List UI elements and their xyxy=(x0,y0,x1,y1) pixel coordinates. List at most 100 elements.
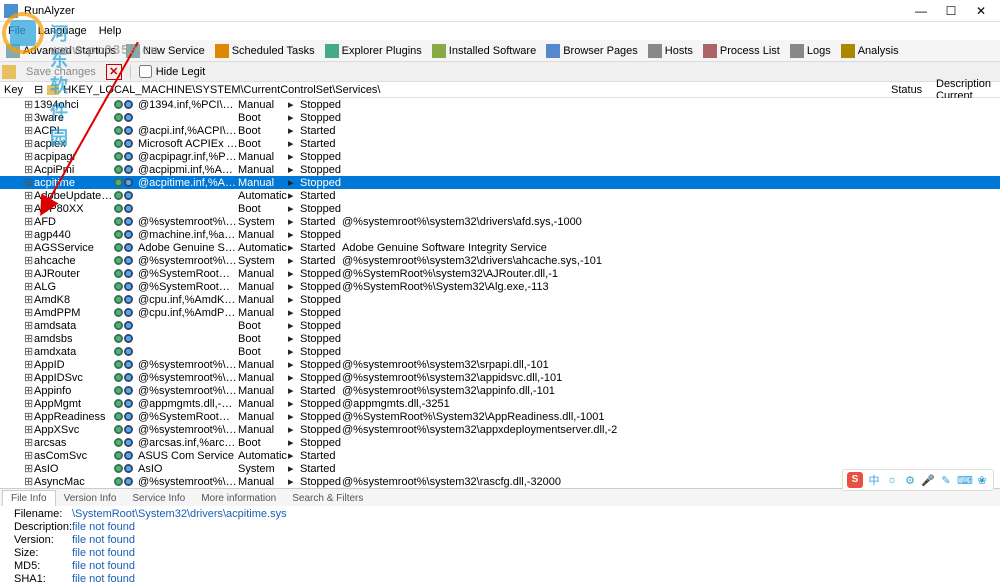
expand-icon[interactable]: ⊞ xyxy=(24,163,34,176)
list-item[interactable]: ⊞amdxataBoot▸Stopped xyxy=(0,345,1000,358)
expand-icon[interactable]: ⊞ xyxy=(24,371,34,384)
toolbar-btn-browser-pages[interactable]: Browser Pages xyxy=(542,43,642,59)
list-item[interactable]: ⊞asComSvcASUS Com ServiceAutomatic▸Start… xyxy=(0,449,1000,462)
expand-icon[interactable]: ⊞ xyxy=(24,241,34,254)
list-item[interactable]: ⊞acpiexMicrosoft ACPIEx Dri…Boot▸Started xyxy=(0,137,1000,150)
expand-icon[interactable]: ⊞ xyxy=(24,280,34,293)
menu-file[interactable]: File xyxy=(2,24,32,38)
toolbar-btn-explorer-plugins[interactable]: Explorer Plugins xyxy=(321,43,426,59)
list-item[interactable]: ⊞AppReadiness@%SystemRoot%\sy…Manual▸Sto… xyxy=(0,410,1000,423)
expand-icon[interactable]: ⊞ xyxy=(24,137,34,150)
list-item[interactable]: ⊞AppXSvc@%systemroot%\sys…Manual▸Stopped… xyxy=(0,423,1000,436)
toolbar-btn-hosts[interactable]: Hosts xyxy=(644,43,697,59)
tab-search-filters[interactable]: Search & Filters xyxy=(284,491,371,506)
expand-icon[interactable]: ⊞ xyxy=(24,475,34,488)
ime-btn-4[interactable]: ✎ xyxy=(939,474,953,487)
list-item[interactable]: ⊞ahcache@%systemroot%\sys…System▸Started… xyxy=(0,254,1000,267)
list-item[interactable]: ⊞AGSServiceAdobe Genuine Soft…Automatic▸… xyxy=(0,241,1000,254)
list-item[interactable]: ⊞AdobeUpdateServiceAutomatic▸Started xyxy=(0,189,1000,202)
toolbar-btn-logs[interactable]: Logs xyxy=(786,43,835,59)
expand-icon[interactable]: ⊞ xyxy=(24,449,34,462)
list-item[interactable]: ⊞AppMgmt@appmgmts.dll,-3250Manual▸Stoppe… xyxy=(0,397,1000,410)
expand-icon[interactable]: ⊞ xyxy=(24,306,34,319)
list-item[interactable]: ⊞acpitime@acpitime.inf,%Acp…Manual▸Stopp… xyxy=(0,176,1000,189)
list-item[interactable]: ⊞AppIDSvc@%systemroot%\sys…Manual▸Stoppe… xyxy=(0,371,1000,384)
maximize-button[interactable]: ☐ xyxy=(936,1,966,21)
ime-btn-0[interactable]: 中 xyxy=(867,472,881,488)
ime-btn-1[interactable]: ☼ xyxy=(885,474,899,486)
list-item[interactable]: ⊞AppID@%systemroot%\sys…Manual▸Stopped@%… xyxy=(0,358,1000,371)
expand-icon[interactable]: ⊞ xyxy=(24,436,34,449)
path-text: HKEY_LOCAL_MACHINE\SYSTEM\CurrentControl… xyxy=(63,84,380,96)
expand-icon[interactable]: ⊞ xyxy=(24,228,34,241)
gear-icon xyxy=(114,399,123,408)
tab-version-info[interactable]: Version Info xyxy=(56,491,125,506)
expand-icon[interactable]: ⊞ xyxy=(24,98,34,111)
expand-icon[interactable]: ⊞ xyxy=(24,176,34,189)
list-item[interactable]: ⊞acpipagr@acpipagr.inf,%Pg…Manual▸Stoppe… xyxy=(0,150,1000,163)
ime-btn-6[interactable]: ❀ xyxy=(975,474,989,487)
expand-icon[interactable]: ⊞ xyxy=(24,215,34,228)
expand-icon[interactable]: ⊞ xyxy=(24,267,34,280)
list-item[interactable]: ⊞1394ohci@1394.inf,%PCI\CC_…Manual▸Stopp… xyxy=(0,98,1000,111)
list-item[interactable]: ⊞ADP80XXBoot▸Stopped xyxy=(0,202,1000,215)
list-item[interactable]: ⊞AcpiPmi@acpipmi.inf,%Acpi…Manual▸Stoppe… xyxy=(0,163,1000,176)
toolbar-btn-installed-software[interactable]: Installed Software xyxy=(428,43,540,59)
menu-help[interactable]: Help xyxy=(93,24,128,38)
list-item[interactable]: ⊞amdsbsBoot▸Stopped xyxy=(0,332,1000,345)
list-item[interactable]: ⊞amdsataBoot▸Stopped xyxy=(0,319,1000,332)
toolbar-btn-analysis[interactable]: Analysis xyxy=(837,43,903,59)
hide-legit-checkbox[interactable] xyxy=(139,65,152,78)
expand-icon[interactable]: ⊞ xyxy=(24,319,34,332)
toolbar-btn-scheduled-tasks[interactable]: Scheduled Tasks xyxy=(211,43,319,59)
toolbar-btn-process-list[interactable]: Process List xyxy=(699,43,784,59)
list-item[interactable]: ⊞3wareBoot▸Stopped xyxy=(0,111,1000,124)
save-changes-button[interactable]: Save changes xyxy=(20,65,102,79)
menu-language[interactable]: Language xyxy=(32,24,93,38)
toolbar-btn-new-service[interactable]: New Service xyxy=(122,43,209,59)
expand-icon[interactable]: ⊞ xyxy=(24,202,34,215)
col-key[interactable]: Key xyxy=(4,84,34,96)
tree-expand-icon[interactable]: ⊟ xyxy=(34,83,43,96)
col-status[interactable]: Status xyxy=(891,84,926,96)
list-item[interactable]: ⊞arcsas@arcsas.inf,%arcsas_…Boot▸Stopped xyxy=(0,436,1000,449)
list-item[interactable]: ⊞ALG@%SystemRoot%\sy…Manual▸Stopped@%Sys… xyxy=(0,280,1000,293)
expand-icon[interactable]: ⊞ xyxy=(24,397,34,410)
list-item[interactable]: ⊞AFD@%systemroot%\sys…System▸Started@%sy… xyxy=(0,215,1000,228)
expand-icon[interactable]: ⊞ xyxy=(24,423,34,436)
expand-icon[interactable]: ⊞ xyxy=(24,332,34,345)
ime-btn-3[interactable]: 🎤 xyxy=(921,474,935,487)
play-icon: ▸ xyxy=(288,462,300,475)
list-item[interactable]: ⊞AmdK8@cpu.inf,%AmdK8.S…Manual▸Stopped xyxy=(0,293,1000,306)
expand-icon[interactable]: ⊞ xyxy=(24,124,34,137)
expand-icon[interactable]: ⊞ xyxy=(24,293,34,306)
toolbar-icon xyxy=(703,44,717,58)
expand-icon[interactable]: ⊞ xyxy=(24,358,34,371)
minimize-button[interactable]: — xyxy=(906,1,936,21)
expand-icon[interactable]: ⊞ xyxy=(24,111,34,124)
list-item[interactable]: ⊞Appinfo@%systemroot%\sys…Manual▸Started… xyxy=(0,384,1000,397)
service-name: AFD xyxy=(34,216,114,228)
ime-toolbar[interactable]: S 中 ☼ ⚙ 🎤 ✎ ⌨ ❀ xyxy=(842,469,994,491)
list-item[interactable]: ⊞AmdPPM@cpu.inf,%AmdPP…Manual▸Stopped xyxy=(0,306,1000,319)
list-item[interactable]: ⊞ACPI@acpi.inf,%ACPI\…Boot▸Started xyxy=(0,124,1000,137)
expand-icon[interactable]: ⊞ xyxy=(24,384,34,397)
expand-icon[interactable]: ⊞ xyxy=(24,254,34,267)
expand-icon[interactable]: ⊞ xyxy=(24,462,34,475)
service-name: Appinfo xyxy=(34,385,114,397)
tab-more-info[interactable]: More information xyxy=(193,491,284,506)
expand-icon[interactable]: ⊞ xyxy=(24,150,34,163)
ime-btn-5[interactable]: ⌨ xyxy=(957,474,971,487)
expand-icon[interactable]: ⊞ xyxy=(24,410,34,423)
list-item[interactable]: ⊞agp440@machine.inf,%agp…Manual▸Stopped xyxy=(0,228,1000,241)
list-item[interactable]: ⊞AJRouter@%SystemRoot%\sy…Manual▸Stopped… xyxy=(0,267,1000,280)
expand-icon[interactable]: ⊞ xyxy=(24,189,34,202)
expand-icon[interactable]: ⊞ xyxy=(24,345,34,358)
close-button[interactable]: ✕ xyxy=(966,1,996,21)
ime-btn-2[interactable]: ⚙ xyxy=(903,474,917,487)
toolbar-btn-advanced-startups[interactable]: Advanced Startups xyxy=(2,43,120,59)
tab-file-info[interactable]: File Info xyxy=(2,490,56,506)
delete-button[interactable]: ✕ xyxy=(106,64,122,80)
tab-service-info[interactable]: Service Info xyxy=(124,491,193,506)
service-list[interactable]: ⊞1394ohci@1394.inf,%PCI\CC_…Manual▸Stopp… xyxy=(0,98,1000,488)
